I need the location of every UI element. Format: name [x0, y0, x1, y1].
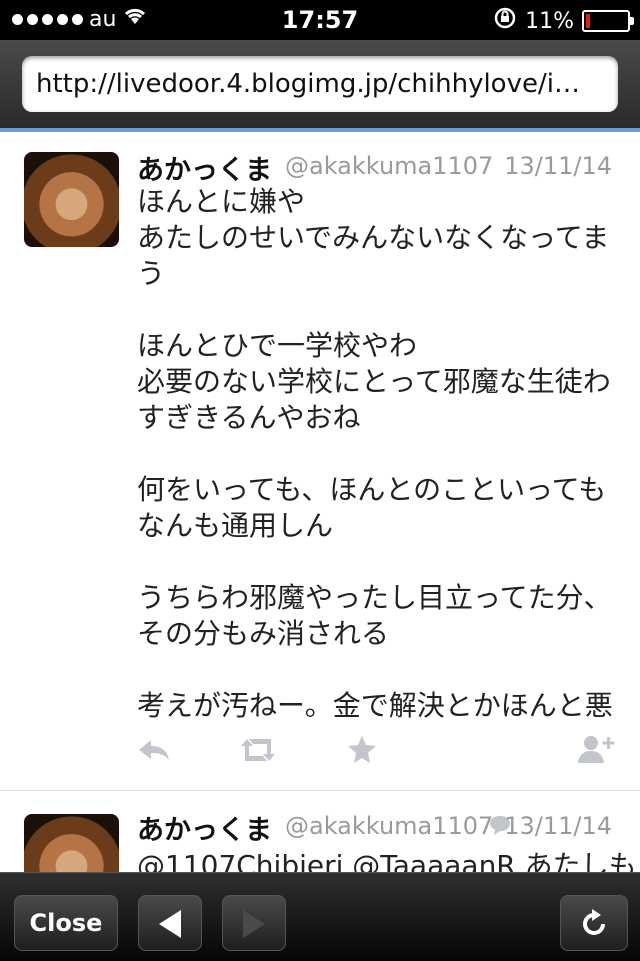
battery-info: 11%: [493, 6, 634, 36]
url-field[interactable]: http://livedoor.4.blogimg.jp/chihhylove/…: [22, 56, 618, 112]
user-name[interactable]: あかっくま: [137, 148, 272, 187]
reload-icon: [579, 909, 609, 937]
user-handle[interactable]: @akakkuma1107: [285, 812, 493, 840]
forward-arrow-icon: [243, 910, 265, 938]
tweet-paragraph: ほんとに嫌や あたしのせいでみんないなくなってまう: [137, 185, 610, 290]
star-icon[interactable]: [347, 734, 377, 772]
status-bar: au 17:57 11%: [0, 0, 640, 40]
user-name[interactable]: あかっくま: [137, 808, 272, 847]
divider: [0, 790, 640, 791]
battery-percent: 11%: [525, 8, 574, 34]
tweet-paragraph: ほんとひで一学校やわ 必要のない学校にとって邪魔な生徒わすぎきるんやおね: [137, 329, 611, 434]
avatar[interactable]: [24, 814, 119, 872]
tweet[interactable]: あかっくま @akakkuma1107 13/11/14 @1107Chibie…: [0, 792, 640, 872]
battery-fill: [586, 14, 590, 28]
tweet-date: 13/11/14: [504, 152, 612, 180]
tweet-text: @1107Chibieri @TaaaaanR あたしも: [137, 849, 637, 872]
reply-icon[interactable]: [137, 734, 171, 772]
retweet-icon[interactable]: [237, 734, 279, 772]
tweet-paragraph: 何をいっても、ほんとのこといってもなんも通用しん: [137, 473, 607, 542]
battery-icon: [582, 10, 634, 32]
rotation-lock-icon: [493, 6, 517, 36]
tweet-text: ほんとに嫌や あたしのせいでみんないなくなってまう ほんとひで一学校やわ 必要の…: [137, 184, 617, 724]
bottom-toolbar: Close: [0, 872, 640, 961]
back-arrow-icon: [159, 910, 181, 938]
tweet-actions: [137, 734, 617, 770]
tweet-paragraph: うちらわ邪魔やったし目立ってた分、その分もみ消される: [137, 581, 612, 650]
tweet[interactable]: あかっくま @akakkuma1107 13/11/14 ほんとに嫌や あたしの…: [0, 132, 640, 792]
reload-button[interactable]: [560, 895, 628, 951]
tweet-paragraph: 考えが汚ねー。金で解決とかほんと悪: [137, 689, 613, 722]
avatar[interactable]: [24, 152, 119, 247]
tweet-date: 13/11/14: [504, 812, 612, 840]
user-handle[interactable]: @akakkuma1107: [285, 152, 493, 180]
close-button[interactable]: Close: [14, 895, 118, 951]
add-user-icon[interactable]: [577, 734, 617, 772]
back-button[interactable]: [138, 895, 202, 951]
forward-button[interactable]: [222, 895, 286, 951]
address-bar: http://livedoor.4.blogimg.jp/chihhylove/…: [0, 40, 640, 128]
